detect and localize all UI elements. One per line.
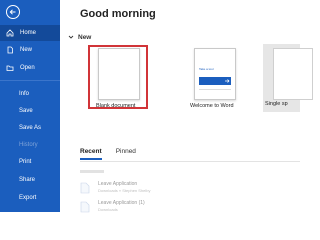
sidebar-item-label: History [19,142,38,148]
single-spaced-thumbnail [273,48,313,100]
sidebar-item-open[interactable]: Open [0,60,60,76]
new-document-icon [0,42,20,58]
template-single-spaced[interactable]: Single sp [263,44,313,112]
sidebar-divider [0,80,60,81]
sidebar-item-label: Open [20,65,35,71]
sidebar-item-home[interactable]: Home [0,25,60,41]
sidebar-item-label: Print [19,159,32,165]
sidebar-item-label: Info [19,91,30,97]
home-icon [0,25,20,41]
sidebar-item-export[interactable]: Export [0,190,60,206]
sidebar-item-label: Export [19,195,37,201]
sidebar-item-label: Home [20,30,37,36]
recent-file-path: Downloads » Stephen Shelby [98,188,151,193]
new-section-label: New [78,33,92,41]
sidebar-item-info[interactable]: Info [0,86,60,102]
recent-file-path: Downloads [98,207,118,212]
recent-file-name: Leave Application (1) [98,200,145,206]
back-button[interactable] [5,4,21,20]
list-item[interactable]: Leave Application Downloads » Stephen Sh… [80,178,300,196]
sidebar-item-save[interactable]: Save [0,103,60,119]
welcome-banner [199,77,231,85]
sidebar-item-label: Save [19,108,33,114]
sidebar-item-label: New [20,47,33,53]
template-label: Single sp [265,101,288,107]
list-header-bar [80,170,104,173]
welcome-thumbnail: Take a tour [194,48,236,100]
list-item[interactable]: Leave Application (1) Downloads [80,197,300,215]
welcome-tour-text: Take a tour [199,67,214,71]
highlight-box [88,45,148,109]
tab-recent[interactable]: Recent [80,148,102,160]
sidebar-item-save-as[interactable]: Save As [0,120,60,136]
welcome-lines [199,89,231,90]
word-document-icon [80,200,90,213]
sidebar: Home New Open Info Save Save As History … [0,0,60,212]
tabs-divider [80,161,300,162]
template-label: Welcome to Word [190,103,234,109]
page-title: Good morning [80,8,156,20]
folder-open-icon [0,60,20,76]
chevron-down-icon [67,33,75,41]
arrow-right-icon [223,77,231,85]
sidebar-item-label: Share [19,177,36,183]
sidebar-item-label: Save As [19,125,42,131]
word-document-icon [80,181,90,194]
sidebar-item-share[interactable]: Share [0,172,60,188]
sidebar-item-print[interactable]: Print [0,154,60,170]
back-arrow-icon [6,5,20,19]
recent-file-name: Leave Application [98,181,138,187]
main-content: Good morning New Blank document Take a t… [60,0,313,215]
sidebar-item-history: History [0,137,60,153]
recent-pinned-tabs: Recent Pinned [80,148,150,160]
new-section-header[interactable]: New [67,33,91,41]
tab-pinned[interactable]: Pinned [116,148,136,158]
sidebar-item-new[interactable]: New [0,42,60,58]
